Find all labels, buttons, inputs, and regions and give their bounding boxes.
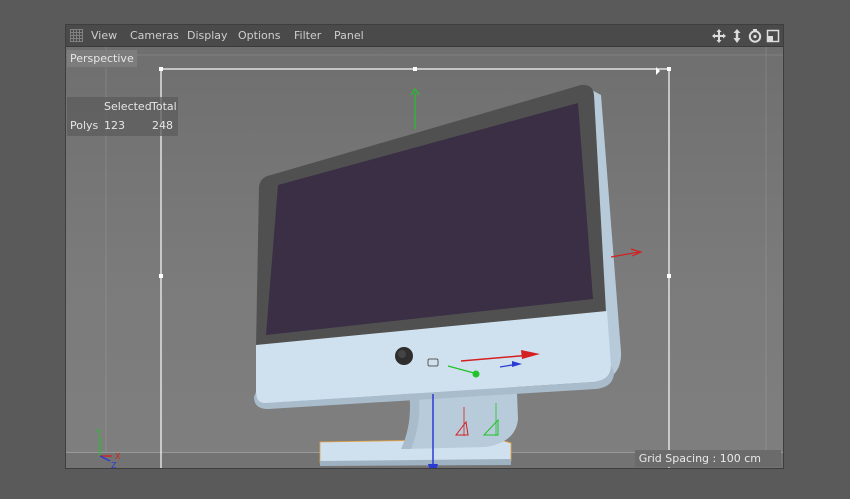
menu-panel[interactable]: Panel — [334, 29, 364, 43]
svg-text:Y: Y — [95, 428, 101, 437]
world-axis-icon: Y X Z — [95, 428, 121, 468]
move-icon[interactable] — [711, 27, 727, 45]
menu-display[interactable]: Display — [187, 29, 228, 43]
menu-cameras[interactable]: Cameras — [130, 29, 179, 43]
perspective-viewport[interactable]: Y X Z Perspective Selected Total Polys 1… — [66, 47, 783, 468]
menu-options[interactable]: Options — [238, 29, 280, 43]
stats-row-polys: Polys — [70, 119, 99, 132]
camera-label[interactable]: Perspective — [67, 50, 137, 67]
stats-col-selected: Selected — [104, 100, 152, 113]
navigation-icons — [711, 27, 781, 45]
monitor-body — [254, 84, 622, 409]
rotate-icon[interactable] — [747, 27, 763, 45]
menu-filter[interactable]: Filter — [294, 29, 321, 43]
panel-grip-icon[interactable] — [70, 29, 83, 42]
poly-stats-panel: Selected Total Polys 123 248 — [67, 97, 178, 136]
svg-text:Z: Z — [111, 461, 117, 468]
stats-selected-value: 123 — [104, 119, 125, 132]
viewport-window: View Cameras Display Options Filter Pane… — [65, 24, 784, 469]
viewport-menubar: View Cameras Display Options Filter Pane… — [66, 25, 783, 47]
grid-spacing-label: Grid Spacing : 100 cm — [634, 450, 781, 467]
toggle-view-icon[interactable] — [765, 27, 781, 45]
zoom-icon[interactable] — [729, 27, 745, 45]
svg-text:X: X — [115, 452, 121, 461]
menu-view[interactable]: View — [91, 29, 117, 43]
stats-col-total: Total — [151, 100, 177, 113]
stats-total-value: 248 — [152, 119, 173, 132]
